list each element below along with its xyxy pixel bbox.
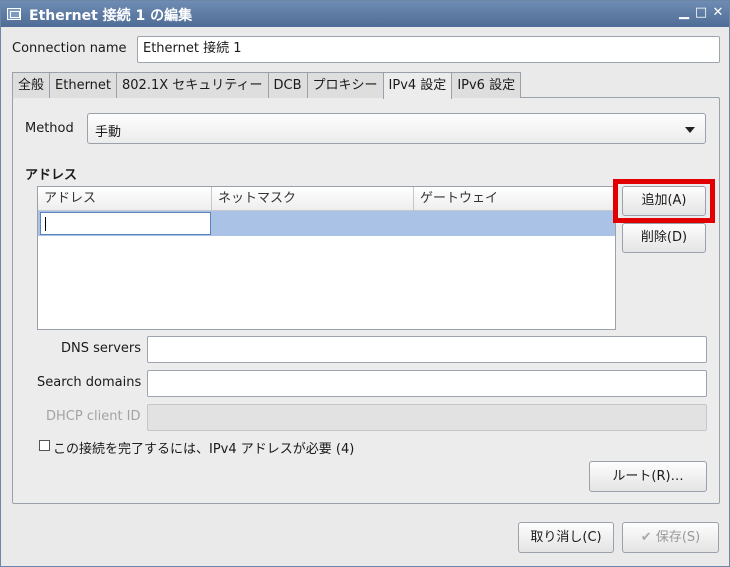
- search-domains-label: Search domains: [37, 375, 142, 390]
- connection-name-label: Connection name: [12, 41, 127, 56]
- tab-ipv6-settings[interactable]: IPv6 設定: [451, 72, 522, 98]
- column-header-netmask[interactable]: ネットマスク: [212, 187, 414, 211]
- connection-name-input[interactable]: Ethernet 接続 1: [137, 36, 720, 63]
- tab-dcb[interactable]: DCB: [267, 72, 308, 98]
- maximize-button[interactable]: □: [694, 5, 708, 21]
- text-caret: [45, 217, 46, 231]
- add-button[interactable]: 追加(A): [622, 186, 706, 216]
- require-ipv4-checkbox[interactable]: [39, 440, 50, 451]
- table-row[interactable]: [38, 211, 615, 236]
- checkmark-icon: ✔: [640, 530, 652, 545]
- close-button[interactable]: ✕: [711, 5, 725, 21]
- method-label: Method: [25, 121, 74, 136]
- column-header-gateway[interactable]: ゲートウェイ: [414, 187, 615, 211]
- addresses-table[interactable]: アドレス ネットマスク ゲートウェイ: [37, 186, 616, 330]
- require-ipv4-label[interactable]: この接続を完了するには、IPv4 アドレスが必要 (4): [53, 438, 354, 457]
- save-button-label: 保存(S): [655, 530, 701, 545]
- tab-ethernet[interactable]: Ethernet: [49, 72, 118, 98]
- cancel-button[interactable]: 取り消し(C): [518, 522, 614, 553]
- titlebar: Ethernet 接続 1 の編集 ▁ □ ✕: [1, 1, 729, 27]
- dhcp-client-id-input: [147, 404, 707, 431]
- tab-ipv4-settings[interactable]: IPv4 設定: [382, 72, 453, 99]
- routes-button[interactable]: ルート(R)…: [589, 461, 707, 492]
- search-domains-input[interactable]: [147, 370, 707, 397]
- tab-proxy[interactable]: プロキシー: [306, 72, 384, 98]
- delete-button[interactable]: 削除(D): [622, 223, 706, 253]
- network-app-icon: [7, 8, 21, 20]
- dns-servers-label: DNS servers: [61, 341, 142, 356]
- table-header: アドレス ネットマスク ゲートウェイ: [38, 187, 615, 211]
- addresses-heading: アドレス: [25, 168, 78, 183]
- dns-servers-input[interactable]: [147, 336, 707, 363]
- method-dropdown[interactable]: 手動: [87, 113, 706, 144]
- save-button: ✔ 保存(S): [622, 522, 719, 553]
- tab-bar: 全般 Ethernet 802.1X セキュリティー DCB プロキシー IPv…: [12, 72, 522, 99]
- tab-8021x-security[interactable]: 802.1X セキュリティー: [116, 72, 269, 98]
- method-value: 手動: [95, 125, 122, 140]
- tab-general[interactable]: 全般: [12, 72, 51, 98]
- window-title: Ethernet 接続 1 の編集: [29, 8, 193, 24]
- address-cell-editor[interactable]: [40, 212, 211, 235]
- minimize-button[interactable]: ▁: [677, 5, 691, 21]
- edit-connection-dialog: Ethernet 接続 1 の編集 ▁ □ ✕ Connection name …: [0, 0, 730, 567]
- column-header-address[interactable]: アドレス: [38, 187, 212, 211]
- dropdown-arrow-icon: [685, 127, 695, 133]
- dhcp-client-id-label: DHCP client ID: [46, 409, 141, 424]
